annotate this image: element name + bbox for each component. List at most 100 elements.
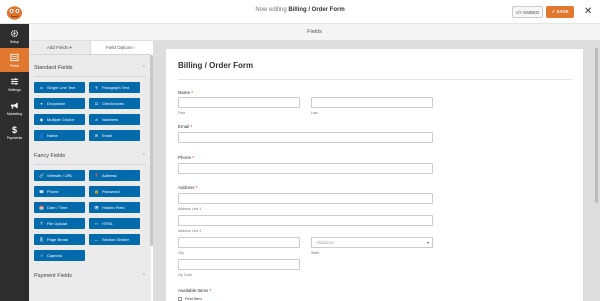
sidebar-item-label: Settings [8, 87, 21, 92]
fancy-fields-title: Fancy Fields [34, 153, 66, 159]
sidebar-item-settings[interactable]: Settings [0, 72, 29, 96]
add-website-url-button[interactable]: 🔗 Website / URL [34, 170, 85, 181]
form-builder-app: Now editing Billing / Order Form </> EMB… [0, 0, 600, 301]
add-paragraph-text-button[interactable]: ¶ Paragraph Text [89, 82, 140, 93]
sidebar-item-label: Payments [6, 135, 23, 140]
add-phone-button[interactable]: ☎ Phone [34, 186, 85, 197]
button-label: Multiple Choice [47, 117, 75, 122]
sidebar-item-setup[interactable]: Setup [0, 24, 29, 48]
hash-icon: # [95, 117, 98, 122]
question-icon: ? [40, 253, 43, 258]
sidebar-item-fields[interactable]: Fields [0, 48, 29, 72]
chevron-up-icon: ⌃ [141, 65, 146, 71]
radio-icon: ◉ [39, 117, 44, 122]
address-line-1-sublabel: Address Line 1 [178, 207, 202, 211]
close-icon[interactable]: ✕ [584, 5, 592, 19]
lock-icon: 🔒 [94, 189, 99, 194]
form-preview: Billing / Order Form Name * First Last E… [166, 49, 583, 301]
save-button[interactable]: ✓ SAVE [546, 6, 574, 18]
page-break-icon: ⎘ [39, 237, 44, 242]
button-label: Hidden Field [102, 205, 125, 210]
link-icon: 🔗 [39, 173, 44, 178]
button-label: Page Break [47, 237, 68, 242]
sidebar-item-marketing[interactable]: Marketing [0, 96, 29, 120]
item-option[interactable]: First Item [178, 296, 202, 301]
address-line-2-sublabel: Address Line 2 [178, 229, 202, 233]
tab-add-fields[interactable]: Add Fields ▾ [29, 41, 90, 54]
state-select[interactable]: Alabama ▾ [311, 237, 433, 248]
last-name-field[interactable] [311, 97, 433, 108]
add-email-button[interactable]: ✉ Email [89, 130, 140, 141]
first-sublabel: First [178, 111, 185, 115]
address-line-1-field[interactable] [178, 193, 433, 204]
add-multiple-choice-button[interactable]: ◉ Multiple Choice [34, 114, 85, 125]
phone-icon: ☎ [39, 189, 44, 194]
standard-fields-header[interactable]: Standard Fields ⌃ [34, 63, 146, 73]
standard-fields-title: Standard Fields [34, 65, 73, 71]
add-single-line-text-button[interactable]: ▭ Single Line Text [34, 82, 85, 93]
dropdown-icon: ▾ [40, 101, 43, 106]
state-value: Alabama [316, 240, 334, 245]
gear-icon [10, 29, 19, 37]
button-label: Phone [47, 189, 59, 194]
button-label: Name [47, 133, 58, 138]
add-section-divider-button[interactable]: ― Section Divider [89, 234, 140, 245]
button-label: Password [102, 189, 120, 194]
tab-field-options[interactable]: Field Options › [89, 41, 151, 54]
button-label: File Upload [47, 221, 68, 226]
add-file-upload-button[interactable]: ⤒ File Upload [34, 218, 85, 229]
city-sublabel: City [178, 251, 185, 255]
address-line-2-field[interactable] [178, 215, 433, 226]
phone-label: Phone * [178, 155, 194, 160]
phone-field[interactable] [178, 163, 433, 174]
canvas-scrollbar[interactable] [595, 48, 598, 203]
map-pin-icon: 📍 [94, 173, 99, 178]
add-checkboxes-button[interactable]: ☑ Checkboxes [89, 98, 140, 109]
email-field[interactable] [178, 132, 433, 143]
section-header-bar: Fields [29, 24, 600, 41]
panel-tabs: Add Fields ▾ Field Options › [29, 41, 151, 55]
add-address-button[interactable]: 📍 Address [89, 170, 140, 181]
add-hidden-field-button[interactable]: 👁 Hidden Field [89, 202, 140, 213]
add-html-button[interactable]: ‹› HTML [89, 218, 140, 229]
state-sublabel: State [311, 251, 320, 255]
phone-label-text: Phone [178, 155, 192, 160]
editing-status: Now editing Billing / Order Form [0, 7, 600, 13]
button-label: Dropdown [47, 101, 66, 106]
fancy-fields-grid: 🔗 Website / URL 📍 Address ☎ Phone 🔒 Password… [34, 170, 151, 261]
chevron-down-icon: ▾ [426, 240, 429, 245]
fancy-fields-header[interactable]: Fancy Fields ⌃ [34, 151, 146, 161]
button-label: Section Divider [102, 237, 129, 242]
sidebar-item-label: Marketing [6, 111, 23, 116]
add-page-break-button[interactable]: ⎘ Page Break [34, 234, 85, 245]
envelope-icon: ✉ [94, 133, 99, 138]
button-label: Captcha [47, 253, 62, 258]
add-password-button[interactable]: 🔒 Password [89, 186, 140, 197]
divider [34, 164, 146, 165]
add-numbers-button[interactable]: # Numbers [89, 114, 140, 125]
first-name-field[interactable] [178, 97, 300, 108]
button-label: Date / Time [47, 205, 68, 210]
chevron-up-icon: ⌃ [141, 273, 146, 279]
sidebar-item-label: Setup [9, 39, 20, 44]
add-date-time-button[interactable]: 📅 Date / Time [34, 202, 85, 213]
required-mark: * [209, 288, 212, 293]
embed-button[interactable]: </> EMBED [512, 6, 543, 18]
checkbox[interactable] [178, 296, 182, 301]
editing-prefix: Now editing [255, 7, 287, 13]
add-dropdown-button[interactable]: ▾ Dropdown [34, 98, 85, 109]
top-bar: Now editing Billing / Order Form </> EMB… [0, 0, 600, 24]
add-captcha-button[interactable]: ? Captcha [34, 250, 85, 261]
form-preview-canvas: Billing / Order Form Name * First Last E… [153, 41, 600, 301]
button-label: Paragraph Text [102, 85, 130, 90]
sidebar-item-payments[interactable]: $ Payments [0, 120, 29, 144]
button-label: HTML [102, 221, 113, 226]
add-name-button[interactable]: 👤 Name [34, 130, 85, 141]
payment-fields-header[interactable]: Payment Fields ⌃ [34, 271, 146, 281]
form-title: Billing / Order Form [178, 61, 254, 70]
button-label: Numbers [102, 117, 119, 122]
city-field[interactable] [178, 237, 300, 248]
zip-code-field[interactable] [178, 259, 300, 270]
button-label: Single Line Text [47, 85, 76, 90]
divider [34, 76, 146, 77]
